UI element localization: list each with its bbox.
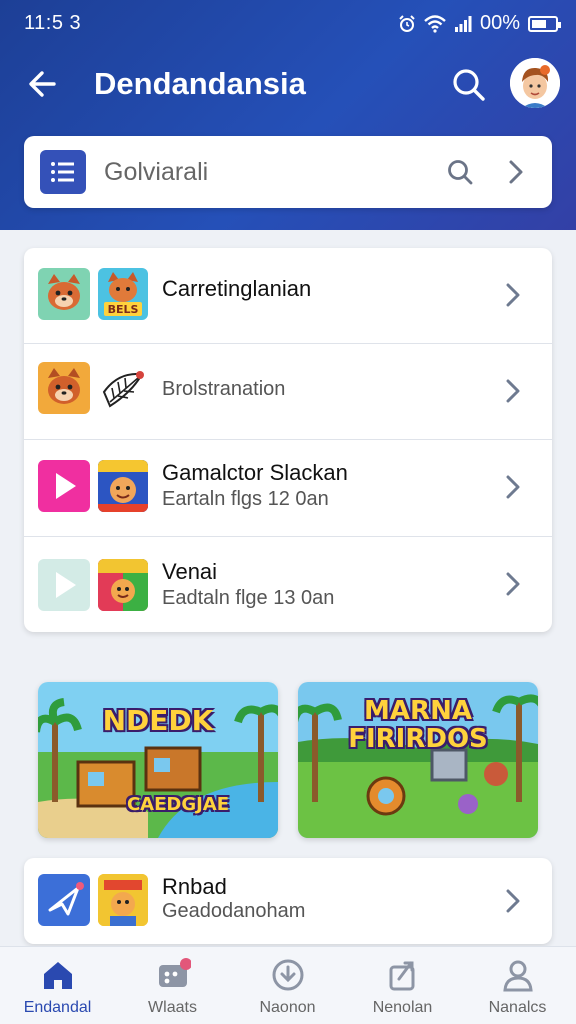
search-bar <box>24 136 552 208</box>
game-thumbnail <box>98 460 148 512</box>
list-item-title: Gamalctor Slackan <box>162 460 348 485</box>
bottom-navigation: Endandal Wlaats Naonon Nenolan Nanalcs <box>0 946 576 1024</box>
chevron-right-icon[interactable] <box>498 567 528 601</box>
download-icon <box>272 959 304 991</box>
nav-item-share[interactable]: Nenolan <box>345 947 460 1024</box>
app-header: 11:5 3 00% Dendandansia Golviarali <box>0 0 576 230</box>
chevron-right-icon[interactable] <box>498 374 528 408</box>
page-title: Dendandansia <box>94 66 306 101</box>
list-item-subtitle: Eartaln flgs 12 0an <box>162 488 329 510</box>
nav-item-home[interactable]: Endandal <box>0 947 115 1024</box>
banner-title: MARNA <box>364 696 472 726</box>
avatar[interactable] <box>510 58 560 108</box>
share-icon <box>389 961 415 991</box>
send-icon <box>38 874 90 926</box>
list-item[interactable]: Venai Eadtaln flge 13 0an <box>24 537 552 632</box>
battery-percent: 00% <box>479 12 520 34</box>
chevron-right-icon[interactable] <box>498 470 528 504</box>
chevron-right-icon[interactable] <box>498 278 528 312</box>
game-thumbnail <box>98 874 148 926</box>
play-icon <box>38 460 90 512</box>
play-icon <box>38 559 90 611</box>
list-item-title: Venai <box>162 559 218 584</box>
game-icon <box>159 958 191 987</box>
signal-icon <box>454 15 472 32</box>
featured-banner[interactable]: MARNA FIRIRDOS <box>298 682 538 838</box>
chevron-right-icon[interactable] <box>500 156 532 188</box>
chevron-right-icon[interactable] <box>498 884 528 918</box>
wifi-icon <box>424 14 446 33</box>
nav-item-downloads[interactable]: Naonon <box>230 947 345 1024</box>
list-menu-button[interactable] <box>40 150 86 194</box>
list-item[interactable]: BELS Carretinglanian <box>24 248 552 344</box>
search-input[interactable] <box>104 156 424 188</box>
nav-label: Wlaats <box>148 999 197 1016</box>
nav-label: Nenolan <box>372 999 433 1016</box>
list-item[interactable]: Rnbad Geadodanoham <box>24 858 552 944</box>
banner-title: NDEDK <box>102 704 214 737</box>
nav-item-profile[interactable]: Nanalcs <box>460 947 575 1024</box>
nav-label: Endandal <box>23 999 92 1016</box>
back-arrow-icon[interactable] <box>24 64 64 104</box>
list-item-title: Carretinglanian <box>162 276 312 301</box>
fox-game-icon <box>38 268 90 320</box>
thumbnail-text: BELS <box>108 303 139 316</box>
status-bar: 11:5 3 00% <box>0 0 576 46</box>
status-time: 11:5 3 <box>24 12 82 34</box>
home-icon <box>44 962 72 989</box>
featured-banner[interactable]: NDEDK CAEDGJAE <box>38 682 278 838</box>
app-list: BELS Carretinglanian Brolstranation Gama… <box>24 248 552 632</box>
banner-caption: CAEDGJAE <box>126 794 230 815</box>
nav-label: Nanalcs <box>488 999 547 1016</box>
game-thumbnail <box>98 559 148 611</box>
alarm-icon <box>399 14 415 32</box>
list-item-subtitle: Eadtaln flge 13 0an <box>162 587 335 609</box>
avatar-image <box>510 58 560 108</box>
list-item-subtitle: Geadodanoham <box>162 900 306 922</box>
battery-icon <box>528 15 561 32</box>
fox-game-icon <box>38 362 90 414</box>
search-icon[interactable] <box>444 156 476 188</box>
list-icon <box>51 162 74 182</box>
banner-subtitle: FIRIRDOS <box>348 724 488 754</box>
app-bar: Dendandansia <box>0 50 576 120</box>
nav-label: Naonon <box>259 999 316 1016</box>
fox-game-thumbnail: BELS <box>98 268 148 320</box>
list-item-subtitle: Brolstranation <box>162 378 286 400</box>
nav-item-games[interactable]: Wlaats <box>115 947 230 1024</box>
list-item-title: Rnbad <box>162 874 227 899</box>
profile-icon <box>503 960 533 992</box>
search-icon[interactable] <box>448 64 490 106</box>
list-item[interactable]: Brolstranation <box>24 344 552 440</box>
status-icons: 00% <box>398 12 561 35</box>
feather-icon <box>98 362 148 414</box>
list-item[interactable]: Gamalctor Slackan Eartaln flgs 12 0an <box>24 440 552 537</box>
